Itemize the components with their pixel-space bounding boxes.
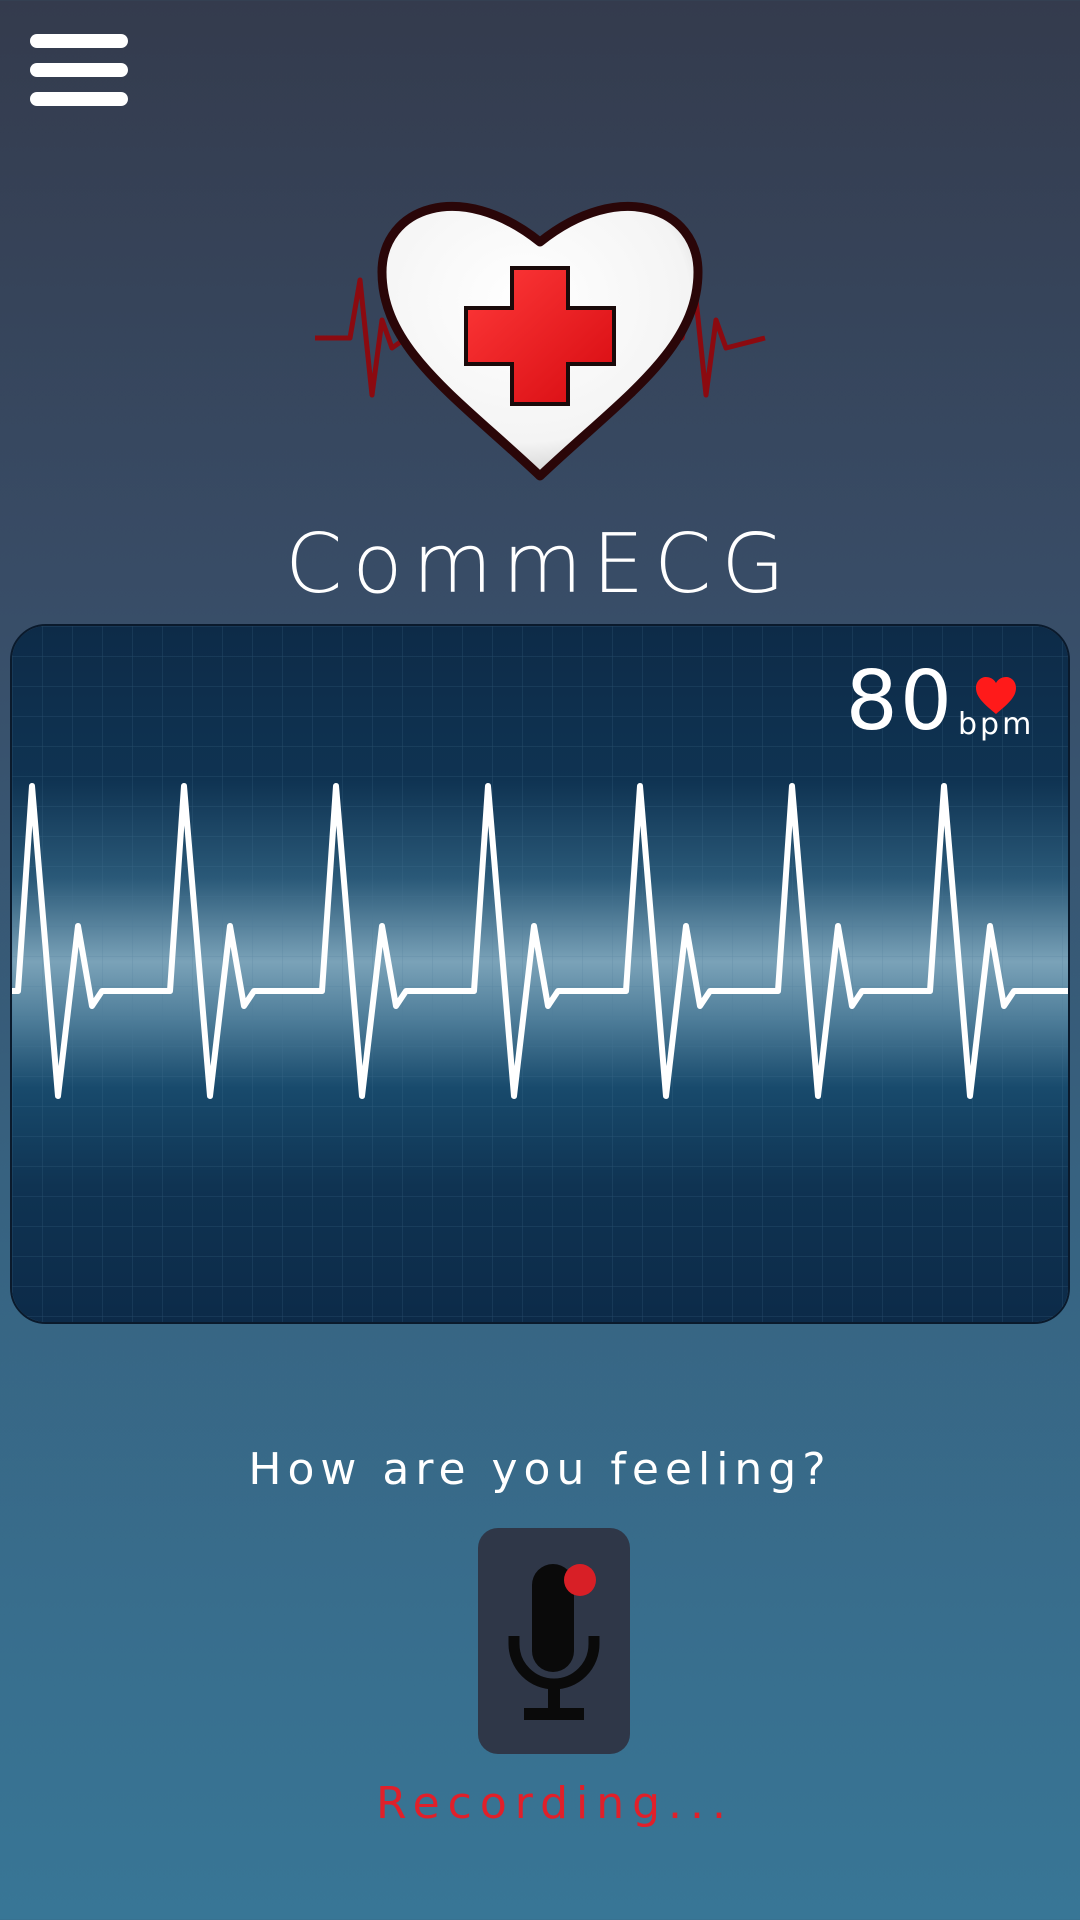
heart-cross-logo-icon xyxy=(315,201,766,481)
recording-dot xyxy=(564,1564,596,1596)
bpm-unit-group: bpm xyxy=(958,660,1034,744)
menu-bar xyxy=(30,34,128,48)
menu-bar xyxy=(30,63,128,77)
bpm-value: 80 xyxy=(845,654,954,749)
feeling-prompt: How are you feeling? xyxy=(248,1444,832,1495)
bpm-unit: bpm xyxy=(958,707,1035,742)
ecg-monitor: 80 bpm xyxy=(10,624,1070,1324)
menu-button[interactable] xyxy=(30,30,128,110)
app-title: CommECG xyxy=(285,517,795,612)
recording-status: Recording... xyxy=(375,1778,735,1829)
record-button[interactable] xyxy=(478,1528,630,1754)
microphone-icon xyxy=(508,1564,600,1720)
heart-rate-readout: 80 bpm xyxy=(846,644,1034,744)
menu-bar xyxy=(30,92,128,106)
